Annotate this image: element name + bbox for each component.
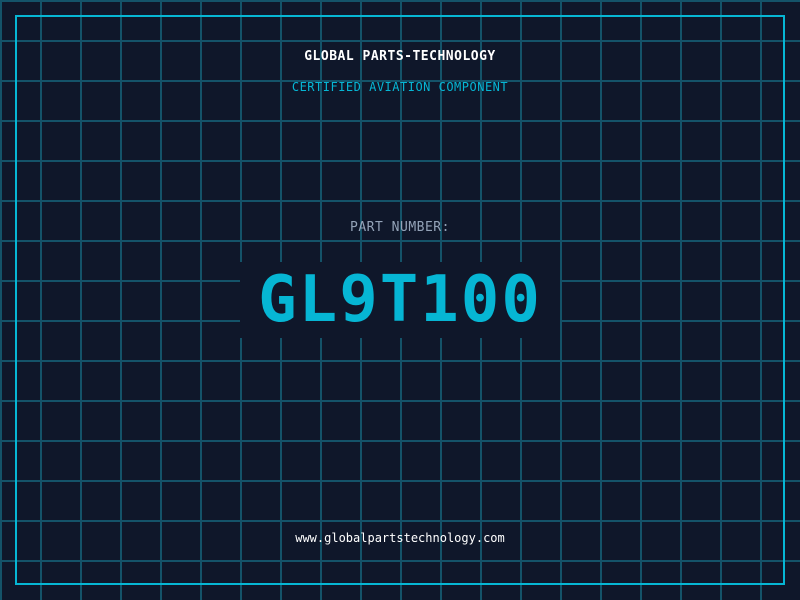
subtitle: CERTIFIED AVIATION COMPONENT [291, 80, 509, 94]
website-link[interactable]: www.globalpartstechnology.com [0, 531, 800, 545]
company-name: GLOBAL PARTS-TECHNOLOGY [304, 49, 496, 64]
part-number: GL9T100 [258, 263, 542, 337]
part-number-label: PART NUMBER: [350, 220, 450, 235]
